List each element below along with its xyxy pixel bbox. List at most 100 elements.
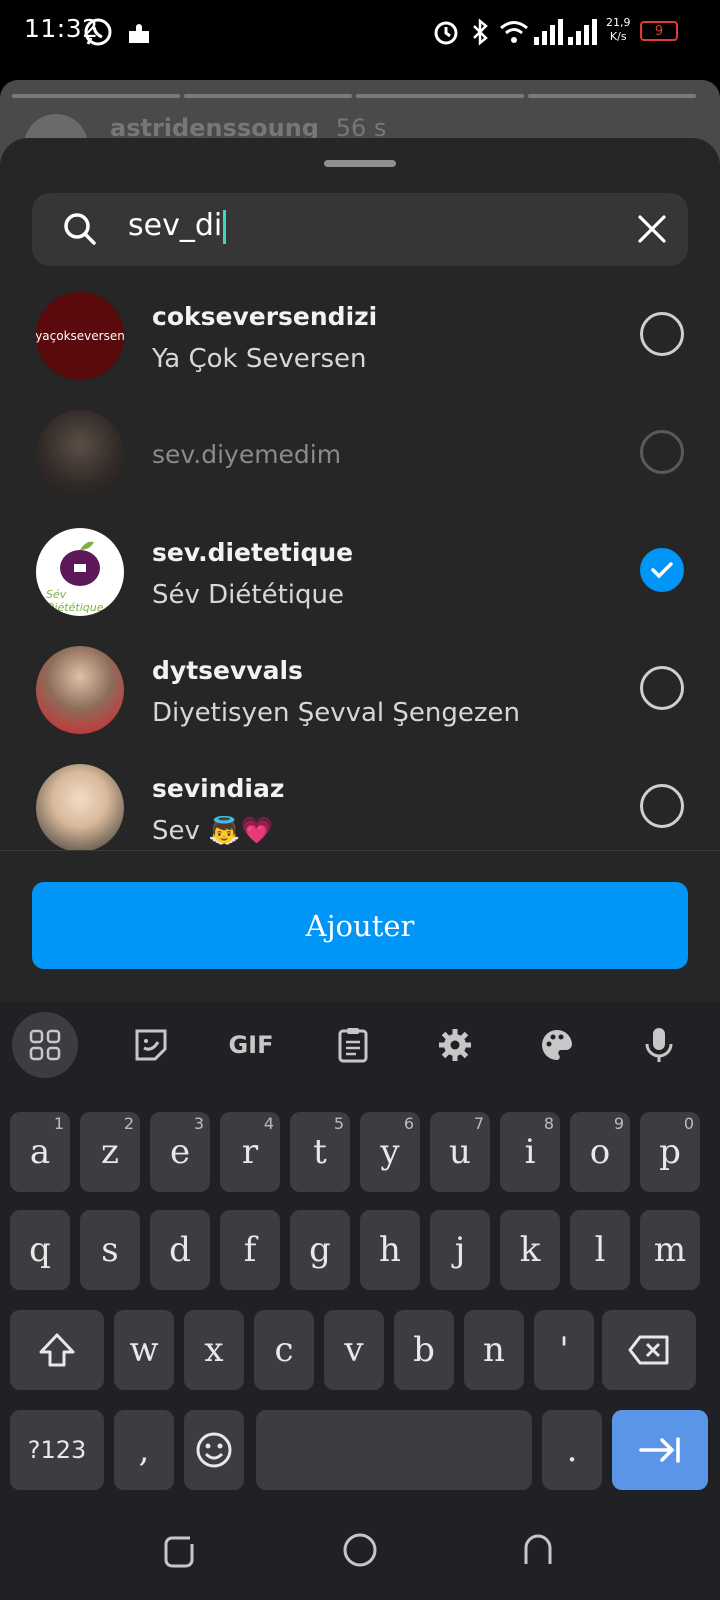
key-label: a: [29, 1132, 51, 1172]
select-radio[interactable]: [640, 430, 684, 474]
search-icon: [60, 209, 100, 249]
key-r[interactable]: r4: [220, 1112, 280, 1192]
key-label: v: [344, 1330, 364, 1370]
clipboard-icon[interactable]: [320, 1012, 386, 1078]
key-e[interactable]: e3: [150, 1112, 210, 1192]
list-item[interactable]: sev.diyemedim: [0, 392, 720, 512]
space-key[interactable]: [256, 1410, 532, 1490]
signal-icon: [532, 16, 566, 48]
full-name: Ya Çok Seversen: [152, 344, 367, 374]
palette-icon[interactable]: [524, 1012, 590, 1078]
key-i[interactable]: i8: [500, 1112, 560, 1192]
microphone-icon[interactable]: [626, 1012, 692, 1078]
recents-nav-icon[interactable]: [160, 1530, 200, 1570]
puzzle-icon: [124, 16, 156, 48]
key-c[interactable]: c: [254, 1310, 314, 1390]
apps-grid-icon[interactable]: [12, 1012, 78, 1078]
emoji-icon: [196, 1432, 232, 1468]
key-h[interactable]: h: [360, 1210, 420, 1290]
avatar: [36, 764, 124, 850]
key-label: i: [524, 1132, 536, 1172]
shift-key[interactable]: [10, 1310, 104, 1390]
key-o[interactable]: o9: [570, 1112, 630, 1192]
list-item[interactable]: Sév Diététique sev.dietetique Sév Diétét…: [0, 510, 720, 630]
sticker-icon[interactable]: [118, 1012, 184, 1078]
key-hint: 8: [543, 1114, 554, 1133]
gear-icon[interactable]: [422, 1012, 488, 1078]
signal-icon-2: [566, 16, 600, 48]
key-hint: 5: [333, 1114, 344, 1133]
avatar: [36, 410, 124, 498]
key-label: e: [169, 1132, 191, 1172]
key-f[interactable]: f: [220, 1210, 280, 1290]
select-radio-checked[interactable]: [640, 548, 684, 592]
add-button[interactable]: Ajouter: [32, 882, 688, 969]
close-icon[interactable]: [634, 211, 670, 247]
key-t[interactable]: t5: [290, 1112, 350, 1192]
key-x[interactable]: x: [184, 1310, 244, 1390]
key-label: w: [129, 1330, 159, 1370]
key-hint: 3: [193, 1114, 204, 1133]
home-nav-icon[interactable]: [340, 1530, 380, 1570]
key-hint: 6: [403, 1114, 414, 1133]
key-n[interactable]: n: [464, 1310, 524, 1390]
list-item[interactable]: dytsevvals Diyetisyen Şevval Şengezen: [0, 628, 720, 748]
key-label: q: [29, 1230, 51, 1270]
key-label: n: [483, 1330, 505, 1370]
keyboard: [0, 1002, 720, 1600]
key-v[interactable]: v: [324, 1310, 384, 1390]
alarm-icon: [430, 16, 462, 48]
text-caret: [223, 209, 227, 244]
key-d[interactable]: d: [150, 1210, 210, 1290]
key-p[interactable]: p0: [640, 1112, 700, 1192]
key-z[interactable]: z2: [80, 1112, 140, 1192]
key-label: b: [413, 1330, 435, 1370]
enter-key[interactable]: [612, 1410, 708, 1490]
key-hint: 1: [53, 1114, 64, 1133]
backspace-key[interactable]: [602, 1310, 696, 1390]
key-u[interactable]: u7: [430, 1112, 490, 1192]
key-g[interactable]: g: [290, 1210, 350, 1290]
key-label: l: [594, 1230, 606, 1270]
key-j[interactable]: j: [430, 1210, 490, 1290]
key-label: y: [380, 1132, 400, 1172]
key-label: h: [379, 1230, 401, 1270]
key-label: r: [241, 1132, 259, 1172]
key-s[interactable]: s: [80, 1210, 140, 1290]
story-progress-segment: [528, 94, 696, 98]
key-label: k: [519, 1230, 541, 1270]
key-apostrophe[interactable]: ': [534, 1310, 594, 1390]
key-label: c: [274, 1330, 294, 1370]
key-label: s: [101, 1230, 119, 1270]
divider: [0, 850, 720, 851]
key-w[interactable]: w: [114, 1310, 174, 1390]
key-m[interactable]: m: [640, 1210, 700, 1290]
key-label: ': [559, 1330, 569, 1370]
list-item[interactable]: sevindiaz Sev 👼💗: [0, 746, 720, 850]
emoji-key[interactable]: [184, 1410, 244, 1490]
select-radio[interactable]: [640, 312, 684, 356]
key-y[interactable]: y6: [360, 1112, 420, 1192]
select-radio[interactable]: [640, 784, 684, 828]
key-b[interactable]: b: [394, 1310, 454, 1390]
key-a[interactable]: a1: [10, 1112, 70, 1192]
gif-button[interactable]: GIF: [218, 1012, 284, 1078]
search-input[interactable]: sev_di: [128, 208, 227, 244]
key-l[interactable]: l: [570, 1210, 630, 1290]
key-label: j: [454, 1230, 466, 1270]
whatsapp-icon: [82, 16, 114, 48]
back-nav-icon[interactable]: [518, 1530, 558, 1570]
period-key[interactable]: .: [542, 1410, 602, 1490]
avatar: yaçokseversen: [36, 292, 124, 380]
comma-key[interactable]: ,: [114, 1410, 174, 1490]
select-radio[interactable]: [640, 666, 684, 710]
key-k[interactable]: k: [500, 1210, 560, 1290]
symbols-key[interactable]: ?123: [10, 1410, 104, 1490]
avatar: Sév Diététique: [36, 528, 124, 616]
list-item[interactable]: yaçokseversen cokseversendizi Ya Çok Sev…: [0, 274, 720, 394]
list-item-clip: sevindiaz Sev 👼💗: [0, 746, 720, 850]
key-q[interactable]: q: [10, 1210, 70, 1290]
sheet-handle[interactable]: [324, 160, 396, 167]
avatar: [36, 646, 124, 734]
full-name: Diyetisyen Şevval Şengezen: [152, 698, 521, 728]
